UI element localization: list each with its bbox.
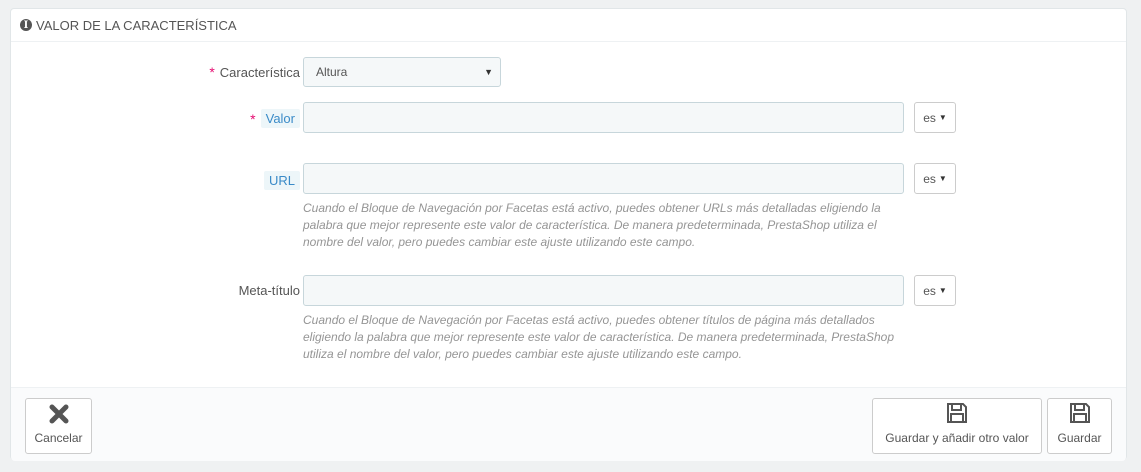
feature-select-value: Altura — [316, 65, 348, 79]
caret-down-icon: ▼ — [938, 174, 947, 183]
cancel-button[interactable]: Cancelar — [25, 398, 92, 454]
url-lang-button[interactable]: es ▼ — [914, 163, 956, 194]
info-icon: i — [20, 19, 32, 31]
panel-footer: Cancelar Guardar y añadir otro valor Gua… — [11, 387, 1126, 461]
required-marker: * — [250, 110, 256, 127]
url-help-text: Cuando el Bloque de Navegación por Facet… — [303, 201, 881, 249]
caret-down-icon: ▼ — [938, 286, 947, 295]
meta-title-help-text: Cuando el Bloque de Navegación por Facet… — [303, 313, 894, 361]
url-label: URL — [263, 171, 300, 190]
value-lang-label: es — [923, 110, 936, 125]
meta-title-label: Meta-título — [239, 283, 300, 298]
url-label-text: URL — [263, 171, 300, 190]
select-caret-icon: ▼ — [484, 67, 493, 77]
meta-title-lang-button[interactable]: es ▼ — [914, 275, 956, 306]
panel-heading: i VALOR DE LA CARACTERÍSTICA — [11, 9, 1126, 42]
value-input[interactable] — [303, 102, 904, 133]
url-input[interactable] — [303, 163, 904, 194]
save-icon — [947, 403, 967, 423]
save-label: Guardar — [1057, 431, 1102, 445]
value-label: * Valor — [250, 109, 300, 128]
save-and-add-button[interactable]: Guardar y añadir otro valor — [872, 398, 1042, 454]
meta-title-lang-label: es — [923, 283, 936, 298]
meta-title-input[interactable] — [303, 275, 904, 306]
close-icon — [49, 404, 68, 424]
feature-label: * Característica — [209, 64, 300, 80]
save-button[interactable]: Guardar — [1047, 398, 1112, 454]
feature-select[interactable]: Altura ▼ — [303, 57, 501, 87]
required-marker: * — [209, 64, 215, 80]
url-lang-label: es — [923, 171, 936, 186]
feature-value-panel: i VALOR DE LA CARACTERÍSTICA * Caracterí… — [10, 8, 1127, 461]
value-label-text: Valor — [260, 109, 300, 128]
cancel-label: Cancelar — [34, 431, 83, 445]
meta-title-label-text: Meta-título — [238, 283, 300, 298]
panel-title: VALOR DE LA CARACTERÍSTICA — [36, 17, 237, 33]
value-lang-button[interactable]: es ▼ — [914, 102, 956, 133]
caret-down-icon: ▼ — [938, 113, 947, 122]
feature-label-text: Característica — [219, 64, 300, 80]
save-and-add-label: Guardar y añadir otro valor — [885, 431, 1029, 445]
save-icon — [1069, 403, 1090, 423]
